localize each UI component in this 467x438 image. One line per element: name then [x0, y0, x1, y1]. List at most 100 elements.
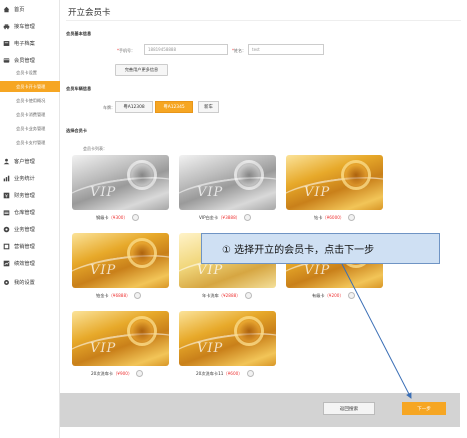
page-title: 开立会员卡: [68, 8, 111, 18]
member-icon: [3, 57, 10, 64]
card-price: ¥200: [328, 292, 340, 298]
card-option-1[interactable]: 钢级卡 （¥300）: [96, 214, 139, 221]
section-choose-card: 选择会员卡: [66, 128, 87, 133]
title-divider: [66, 20, 461, 21]
business-icon: [3, 226, 10, 233]
phone-field[interactable]: 18819458888: [144, 44, 228, 55]
sidebar-subitem-label: 会员卡开卡管理: [16, 83, 46, 89]
sidebar-item-label: 业务管理: [14, 226, 35, 233]
card-radio[interactable]: [243, 214, 251, 221]
plate-option-1[interactable]: 粤A12308: [115, 101, 153, 113]
sidebar-subitem-label: 会员卡消费管理: [16, 111, 46, 117]
car-icon: [3, 23, 10, 30]
sidebar-subitem-card-business[interactable]: 会员卡业务管理: [0, 123, 60, 134]
card-image[interactable]: VIP: [72, 311, 169, 366]
card-option-8[interactable]: 20次洗车卡11 （¥600）: [196, 370, 254, 377]
plate-option-new[interactable]: 新车: [198, 101, 219, 113]
card-price: ¥6888: [112, 292, 127, 298]
card-image[interactable]: VIP: [72, 155, 169, 210]
card-image[interactable]: VIP: [179, 155, 276, 210]
sidebar-item-label: 电子档案: [14, 40, 35, 47]
sidebar-item-stats[interactable]: 业务统计: [0, 172, 60, 184]
sidebar-item-label: 业务统计: [14, 175, 35, 182]
sidebar-item-label: 接车管理: [14, 23, 35, 30]
sidebar-subitem-card-usage[interactable]: 会员卡使用概况: [0, 95, 60, 106]
sidebar-item-label: 财务管理: [14, 192, 35, 199]
card-radio[interactable]: [246, 370, 254, 377]
card-image[interactable]: VIP: [179, 311, 276, 366]
sidebar-subitem-card-payment[interactable]: 会员卡支付管理: [0, 137, 60, 148]
card-price: ¥3888: [222, 214, 236, 220]
card-radio[interactable]: [347, 292, 355, 299]
sidebar-item-archive[interactable]: 电子档案: [0, 37, 60, 49]
sidebar-item-finance[interactable]: ¥ 财务管理: [0, 189, 60, 201]
name-field[interactable]: test: [248, 44, 324, 55]
card-name: 有级卡: [312, 292, 325, 298]
card-list-label: 会员卡列表：: [83, 146, 107, 151]
card-name: 20次洗车卡: [91, 370, 114, 376]
card-option-6[interactable]: 有级卡 （¥200）: [312, 292, 355, 299]
card-radio[interactable]: [348, 214, 356, 221]
card-price: ¥6000: [326, 214, 340, 220]
sidebar-item-business[interactable]: 业务管理: [0, 223, 60, 235]
name-label: *姓名：: [232, 48, 246, 53]
sidebar-item-home[interactable]: 首页: [0, 3, 60, 15]
card-name: 20次洗车卡11: [196, 370, 224, 376]
card-image[interactable]: VIP: [286, 155, 383, 210]
sidebar-subitem-card-consume[interactable]: 会员卡消费管理: [0, 109, 60, 120]
phone-label: *手机号：: [117, 48, 135, 53]
sidebar-subitem-card-settings[interactable]: 会员卡设置: [0, 67, 60, 78]
sidebar-item-warehouse[interactable]: 仓库管理: [0, 206, 60, 218]
next-step-button[interactable]: 下一步: [402, 402, 446, 415]
card-radio[interactable]: [134, 292, 142, 299]
card-name: 年卡洗车: [202, 292, 219, 298]
warehouse-icon: [3, 209, 10, 216]
sidebar-item-label: 客户管理: [14, 158, 35, 165]
sidebar: 首页 接车管理 电子档案 会员管理 会员卡设置 会员卡开卡管理 会员卡使用概况 …: [0, 0, 60, 438]
sidebar-item-label: 绩效管理: [14, 260, 35, 267]
sidebar-item-member[interactable]: 会员管理: [0, 54, 60, 66]
sidebar-item-settings[interactable]: 我的设置: [0, 276, 60, 288]
card-radio[interactable]: [131, 214, 139, 221]
card-option-7[interactable]: 20次洗车卡 （¥900）: [91, 370, 144, 377]
sidebar-subitem-label: 会员卡设置: [16, 69, 37, 75]
svg-text:¥: ¥: [5, 193, 8, 198]
sidebar-item-performance[interactable]: 绩效管理: [0, 257, 60, 269]
sidebar-subitem-label: 会员卡支付管理: [16, 139, 46, 145]
card-option-2[interactable]: VIP白金卡 （¥3888）: [199, 214, 251, 221]
archive-icon: [3, 40, 10, 47]
card-option-4[interactable]: 铂金卡 （¥6888）: [96, 292, 142, 299]
plate-option-2[interactable]: 粤A12345: [155, 101, 193, 113]
sidebar-item-reception[interactable]: 接车管理: [0, 20, 60, 32]
plate-label: 车牌：: [103, 105, 115, 110]
customer-icon: [3, 158, 10, 165]
finance-icon: ¥: [3, 192, 10, 199]
sidebar-item-label: 首页: [14, 6, 25, 13]
card-name: 钢级卡: [96, 214, 109, 220]
card-name: 钻卡: [314, 214, 323, 220]
more-info-button[interactable]: 完善用户更多信息: [115, 64, 168, 76]
card-price: ¥300: [112, 214, 124, 220]
card-radio[interactable]: [136, 370, 144, 377]
sidebar-item-label: 仓库管理: [14, 209, 35, 216]
stats-icon: [3, 175, 10, 182]
gear-icon: [3, 279, 10, 286]
card-price: ¥900: [117, 370, 128, 376]
card-image[interactable]: VIP: [72, 233, 169, 288]
section-basic-info: 会员基本信息: [66, 31, 92, 36]
sidebar-subitem-label: 会员卡使用概况: [16, 97, 46, 103]
sidebar-subitem-label: 会员卡业务管理: [16, 125, 46, 131]
card-option-3[interactable]: 钻卡 （¥6000）: [314, 214, 356, 221]
card-price: ¥2888: [222, 292, 237, 298]
sidebar-item-label: 会员管理: [14, 57, 35, 64]
sidebar-item-customer[interactable]: 客户管理: [0, 155, 60, 167]
card-option-5[interactable]: 年卡洗车 （¥2888）: [202, 292, 252, 299]
card-name: 铂金卡: [96, 292, 109, 298]
sidebar-subitem-card-open[interactable]: 会员卡开卡管理: [0, 81, 60, 92]
card-name: VIP白金卡: [199, 214, 219, 220]
card-radio[interactable]: [244, 292, 252, 299]
sidebar-item-marketing[interactable]: 营销管理: [0, 240, 60, 252]
marketing-icon: [3, 243, 10, 250]
section-vehicle-info: 会员车辆信息: [66, 86, 92, 91]
back-to-search-button[interactable]: 返回搜索: [323, 402, 375, 415]
